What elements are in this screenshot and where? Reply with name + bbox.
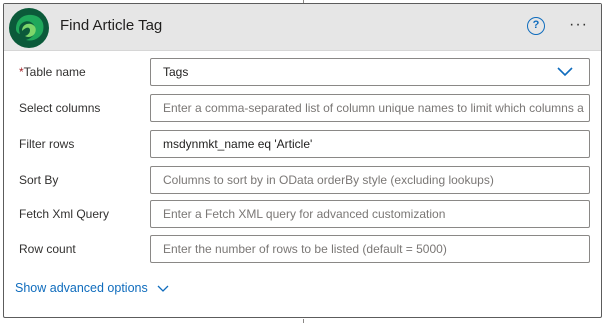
chevron-down-icon	[157, 285, 169, 292]
field-row-table-name: *Table name Tags	[4, 58, 601, 86]
field-row-row-count: Row count Enter the number of rows to be…	[4, 235, 601, 263]
field-row-filter-rows: Filter rows msdynmkt_name eq 'Article'	[4, 130, 601, 158]
field-row-select-columns: Select columns Enter a comma-separated l…	[4, 94, 601, 122]
sort-by-input[interactable]: Columns to sort by in OData orderBy styl…	[150, 166, 590, 194]
filter-rows-input[interactable]: msdynmkt_name eq 'Article'	[150, 130, 590, 158]
chevron-down-icon[interactable]	[557, 66, 573, 78]
action-card: Find Article Tag ? ··· *Table name Tags …	[3, 3, 602, 318]
advanced-options-label: Show advanced options	[15, 281, 148, 295]
field-label: Select columns	[19, 101, 101, 115]
show-advanced-options-link[interactable]: Show advanced options	[15, 281, 169, 295]
select-columns-input[interactable]: Enter a comma-separated list of column u…	[150, 94, 590, 122]
card-header[interactable]: Find Article Tag ? ···	[4, 4, 601, 51]
connector-line-bottom	[303, 319, 304, 323]
action-title[interactable]: Find Article Tag	[60, 17, 162, 34]
more-options-icon[interactable]: ···	[569, 16, 588, 34]
field-label: Sort By	[19, 173, 59, 187]
field-label: *Table name	[19, 65, 86, 79]
field-label: Row count	[19, 242, 76, 256]
help-icon[interactable]: ?	[527, 17, 545, 35]
table-name-select[interactable]: Tags	[150, 58, 590, 86]
field-row-fetch-xml: Fetch Xml Query Enter a Fetch XML query …	[4, 200, 601, 228]
table-name-value: Tags	[163, 65, 189, 79]
field-row-sort-by: Sort By Columns to sort by in OData orde…	[4, 166, 601, 194]
field-label: Fetch Xml Query	[19, 207, 110, 221]
row-count-input[interactable]: Enter the number of rows to be listed (d…	[150, 235, 590, 263]
field-label: Filter rows	[19, 137, 75, 151]
dataverse-logo-icon	[9, 8, 49, 48]
fetch-xml-query-input[interactable]: Enter a Fetch XML query for advanced cus…	[150, 200, 590, 228]
